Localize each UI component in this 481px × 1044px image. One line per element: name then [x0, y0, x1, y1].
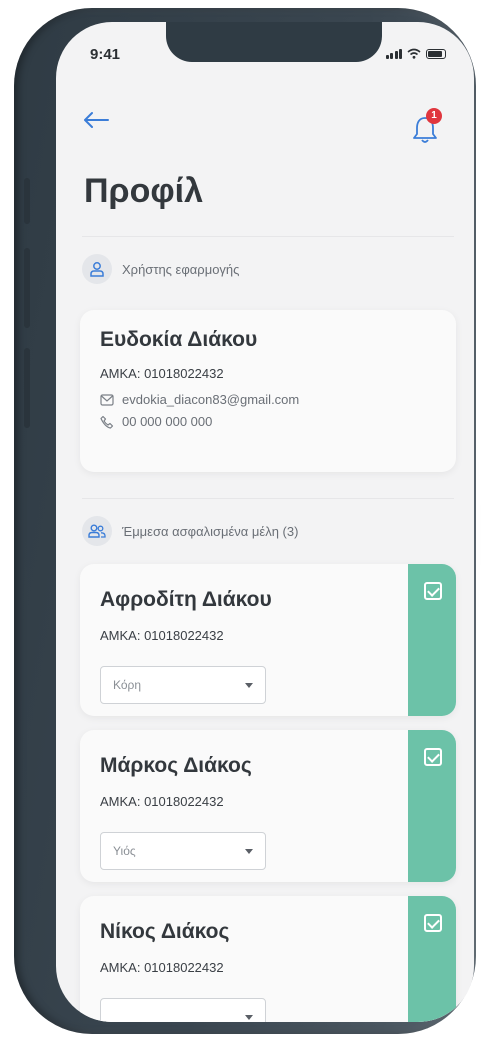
member-card[interactable]: Νίκος Διάκος ΑΜΚΑ: 01018022432: [80, 896, 456, 1022]
user-icon: [82, 254, 112, 284]
battery-icon: [426, 49, 446, 59]
member-name: Νίκος Διάκος: [100, 920, 230, 943]
app-screen: 9:41 1 Προφίλ Χρήστης εφαρμογής Ευδοκία …: [56, 22, 474, 1022]
app-user-card: Ευδοκία Διάκου ΑΜΚΑ: 01018022432 evdokia…: [80, 310, 456, 472]
member-card[interactable]: Αφροδίτη Διάκου ΑΜΚΑ: 01018022432 Κόρη: [80, 564, 456, 716]
chevron-down-icon: [245, 1014, 253, 1020]
member-name: Αφροδίτη Διάκου: [100, 588, 272, 611]
member-checkbox[interactable]: [424, 914, 442, 932]
user-email-row: evdokia_diacon83@gmail.com: [100, 392, 299, 407]
email-icon: [100, 393, 114, 406]
back-arrow-icon[interactable]: [82, 108, 110, 132]
status-time: 9:41: [90, 46, 121, 63]
members-section-label: Έμμεσα ασφαλισμένα μέλη (3): [122, 523, 299, 539]
members-section-header: Έμμεσα ασφαλισμένα μέλη (3): [82, 516, 298, 546]
member-amka: ΑΜΚΑ: 01018022432: [100, 628, 224, 643]
page-title: Προφίλ: [84, 172, 204, 210]
phone-icon: [100, 415, 114, 429]
user-name: Ευδοκία Διάκου: [100, 328, 258, 351]
relation-select[interactable]: Υιός: [100, 832, 266, 870]
phone-side-button: [24, 178, 30, 224]
status-icons: [385, 48, 446, 59]
relation-select[interactable]: [100, 998, 266, 1022]
member-checkbox[interactable]: [424, 748, 442, 766]
app-user-section-label: Χρήστης εφαρμογής: [122, 261, 240, 277]
phone-notch: [166, 22, 382, 62]
user-email: evdokia_diacon83@gmail.com: [122, 392, 300, 407]
notifications-button[interactable]: 1: [410, 108, 442, 146]
member-checkbox[interactable]: [424, 582, 442, 600]
relation-select-value: Κόρη: [113, 678, 142, 692]
chevron-down-icon: [245, 682, 253, 688]
user-phone: 00 000 000 000: [122, 414, 213, 429]
notification-badge: 1: [426, 108, 442, 124]
chevron-down-icon: [245, 848, 253, 854]
member-amka: ΑΜΚΑ: 01018022432: [100, 794, 224, 809]
member-card[interactable]: Μάρκος Διάκος ΑΜΚΑ: 01018022432 Υιός: [80, 730, 456, 882]
relation-select[interactable]: Κόρη: [100, 666, 266, 704]
member-amka: ΑΜΚΑ: 01018022432: [100, 960, 224, 975]
member-name: Μάρκος Διάκος: [100, 754, 252, 777]
divider: [82, 236, 454, 237]
relation-select-value: Υιός: [113, 844, 136, 858]
user-amka: ΑΜΚΑ: 01018022432: [100, 366, 224, 381]
wifi-icon: [407, 48, 421, 59]
user-phone-row: 00 000 000 000: [100, 414, 212, 429]
phone-side-button: [24, 348, 30, 428]
signal-icon: [385, 49, 402, 59]
users-icon: [82, 516, 112, 546]
phone-side-button: [24, 248, 30, 328]
divider: [82, 498, 454, 499]
app-user-section-header: Χρήστης εφαρμογής: [82, 254, 239, 284]
